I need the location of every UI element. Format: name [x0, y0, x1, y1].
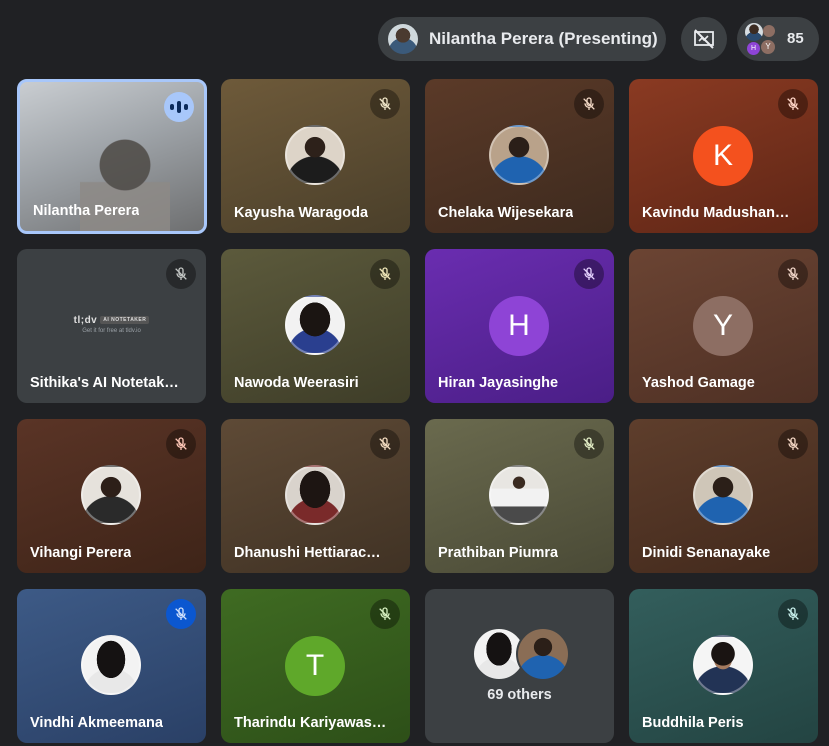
participant-name: Yashod Gamage: [642, 375, 755, 391]
participant-avatar: [489, 125, 549, 185]
participant-avatar: [693, 635, 753, 695]
participant-avatar: [81, 465, 141, 525]
participant-tile[interactable]: H Hiran Jayasinghe: [425, 249, 614, 403]
participant-name: Nawoda Weerasiri: [234, 375, 359, 391]
participant-name: Kavindu Madushan…: [642, 205, 790, 221]
participant-tile[interactable]: Nawoda Weerasiri: [221, 249, 410, 403]
participant-name: Prathiban Piumra: [438, 545, 559, 561]
participant-tile[interactable]: Prathiban Piumra: [425, 419, 614, 573]
participant-letter-avatar: K: [693, 126, 753, 186]
mic-off-icon: [370, 429, 400, 459]
mic-off-icon: [778, 429, 808, 459]
participant-tile[interactable]: Kayusha Waragoda: [221, 79, 410, 233]
speaking-indicator-icon: [164, 92, 194, 122]
participant-letter-avatar: Y: [693, 296, 753, 356]
participant-name: Kayusha Waragoda: [234, 205, 369, 221]
participant-tile[interactable]: Y Yashod Gamage: [629, 249, 818, 403]
participant-avatar: [81, 635, 141, 695]
participant-name: Sithika's AI Notetak…: [30, 375, 179, 391]
others-count-label: 69 others: [487, 687, 552, 703]
participant-avatar: [285, 295, 345, 355]
notetaker-brand: tl;dv: [73, 315, 98, 326]
participant-letter-avatar: H: [489, 296, 549, 356]
mic-off-icon: [778, 259, 808, 289]
mic-off-icon: [370, 599, 400, 629]
participant-tile[interactable]: Vindhi Akmeemana: [17, 589, 206, 743]
participant-mini-avatar: Y: [761, 40, 775, 54]
participants-button[interactable]: H Y 85: [737, 17, 819, 61]
mic-off-icon: [370, 89, 400, 119]
mic-off-icon: [574, 259, 604, 289]
participant-name: Dinidi Senanayake: [642, 545, 771, 561]
participant-mini-avatar: H: [747, 42, 760, 55]
others-avatar-stack: [472, 627, 572, 681]
participant-name: Chelaka Wijesekara: [438, 205, 574, 221]
participant-name: Buddhila Peris: [642, 715, 744, 731]
top-bar: Nilantha Perera (Presenting) H Y 85: [0, 0, 829, 80]
participant-count: 85: [787, 30, 804, 47]
notetaker-logo: tl;dv AI NOTETAKER Get it for free at tld…: [17, 315, 206, 334]
participant-tile[interactable]: T Tharindu Kariyawas…: [221, 589, 410, 743]
mic-off-icon: [166, 259, 196, 289]
participant-name: Hiran Jayasinghe: [438, 375, 559, 391]
notetaker-subtext: Get it for free at tldv.io: [82, 328, 141, 334]
participant-name: Vihangi Perera: [30, 545, 132, 561]
presenter-chip[interactable]: Nilantha Perera (Presenting): [378, 17, 666, 61]
participant-tile[interactable]: Nilantha Perera: [17, 79, 207, 234]
mic-off-icon: [166, 429, 196, 459]
presentation-off-icon: [694, 29, 714, 49]
others-tile[interactable]: 69 others: [425, 589, 614, 743]
participant-avatar: [516, 627, 570, 681]
participant-mini-avatar: [745, 23, 763, 41]
mic-off-icon: [370, 259, 400, 289]
participant-name: Vindhi Akmeemana: [30, 715, 163, 731]
presenter-label: Nilantha Perera (Presenting): [429, 29, 658, 48]
participant-avatar: [285, 125, 345, 185]
participant-tile[interactable]: Chelaka Wijesekara: [425, 79, 614, 233]
notetaker-badge: AI NOTETAKER: [100, 316, 150, 325]
participant-tile[interactable]: Dhanushi Hettiarac…: [221, 419, 410, 573]
mic-off-icon: [574, 429, 604, 459]
participant-tile[interactable]: Buddhila Peris: [629, 589, 818, 743]
participant-name: Nilantha Perera: [33, 203, 140, 219]
mic-off-icon: [778, 599, 808, 629]
presentation-off-button[interactable]: [681, 17, 727, 61]
mic-off-icon: [778, 89, 808, 119]
participant-tile[interactable]: K Kavindu Madushan…: [629, 79, 818, 233]
participant-letter-avatar: T: [285, 636, 345, 696]
participant-name: Tharindu Kariyawas…: [234, 715, 387, 731]
participant-name: Dhanushi Hettiarac…: [234, 545, 381, 561]
participant-mini-avatar: [763, 25, 775, 37]
presenter-avatar: [388, 24, 418, 54]
participant-avatar: [693, 465, 753, 525]
mic-off-icon: [574, 89, 604, 119]
mic-off-icon: [166, 599, 196, 629]
participant-tile[interactable]: Dinidi Senanayake: [629, 419, 818, 573]
participant-tile[interactable]: Vihangi Perera: [17, 419, 206, 573]
participant-tile[interactable]: tl;dv AI NOTETAKER Get it for free at tld…: [17, 249, 206, 403]
participant-avatar: [489, 465, 549, 525]
participant-avatar: [285, 465, 345, 525]
